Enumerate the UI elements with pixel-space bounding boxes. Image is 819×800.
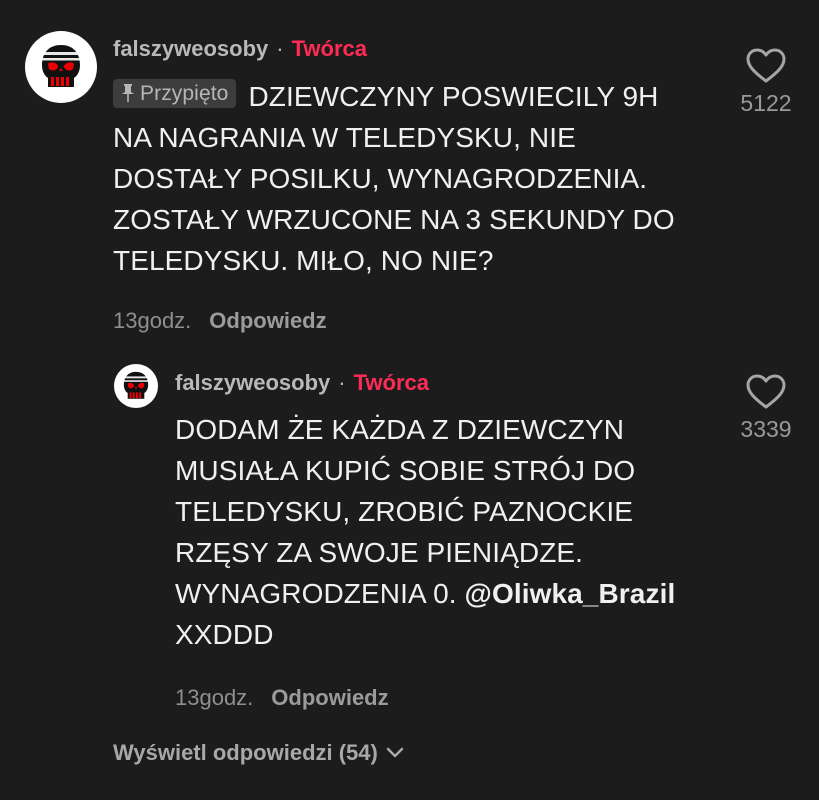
punisher-skull-icon: [42, 45, 80, 87]
reply-text-suffix: XXDDD: [175, 619, 274, 650]
avatar[interactable]: [25, 31, 97, 103]
separator: ·: [338, 370, 346, 395]
comment-text-block: Przypięto DZIEWCZYNY POSWIECILY 9H NA NA…: [113, 76, 703, 281]
view-replies-label: Wyświetl odpowiedzi (54): [113, 740, 378, 765]
mention-link[interactable]: @Oliwka_Brazil: [465, 578, 676, 609]
like-count: 5122: [740, 90, 792, 116]
punisher-skull-icon: [123, 371, 149, 399]
creator-badge: Twórca: [291, 36, 367, 61]
reply-button[interactable]: Odpowiedz: [209, 308, 326, 334]
view-replies-button[interactable]: Wyświetl odpowiedzi (54): [113, 740, 404, 766]
reply-button[interactable]: Odpowiedz: [271, 685, 388, 711]
like-button[interactable]: 3339: [732, 374, 800, 443]
heart-icon[interactable]: [746, 374, 786, 410]
timestamp: 13godz.: [113, 308, 192, 333]
reply-actions: 13godz. Odpowiedz: [175, 685, 389, 711]
chevron-down-icon: [386, 747, 404, 758]
comment-actions: 13godz. Odpowiedz: [113, 308, 327, 334]
like-count: 3339: [740, 416, 792, 442]
reply-meta: falszyweosoby · Twórca: [175, 370, 429, 396]
comment-meta: falszyweosoby · Twórca: [113, 36, 367, 62]
pinned-badge: Przypięto: [113, 78, 237, 108]
like-button[interactable]: 5122: [732, 48, 800, 117]
comment-text: DZIEWCZYNY POSWIECILY 9H NA NAGRANIA W T…: [113, 81, 675, 276]
separator: ·: [276, 36, 284, 61]
heart-icon[interactable]: [746, 48, 786, 84]
pinned-label: Przypięto: [140, 81, 229, 105]
avatar[interactable]: [114, 364, 158, 408]
reply-text-block: DODAM ŻE KAŻDA Z DZIEWCZYN MUSIAŁA KUPIĆ…: [175, 409, 695, 655]
username[interactable]: falszyweosoby: [113, 36, 268, 62]
username[interactable]: falszyweosoby: [175, 370, 330, 396]
timestamp: 13godz.: [175, 685, 254, 710]
pin-icon: [122, 84, 134, 102]
creator-badge: Twórca: [353, 370, 429, 395]
